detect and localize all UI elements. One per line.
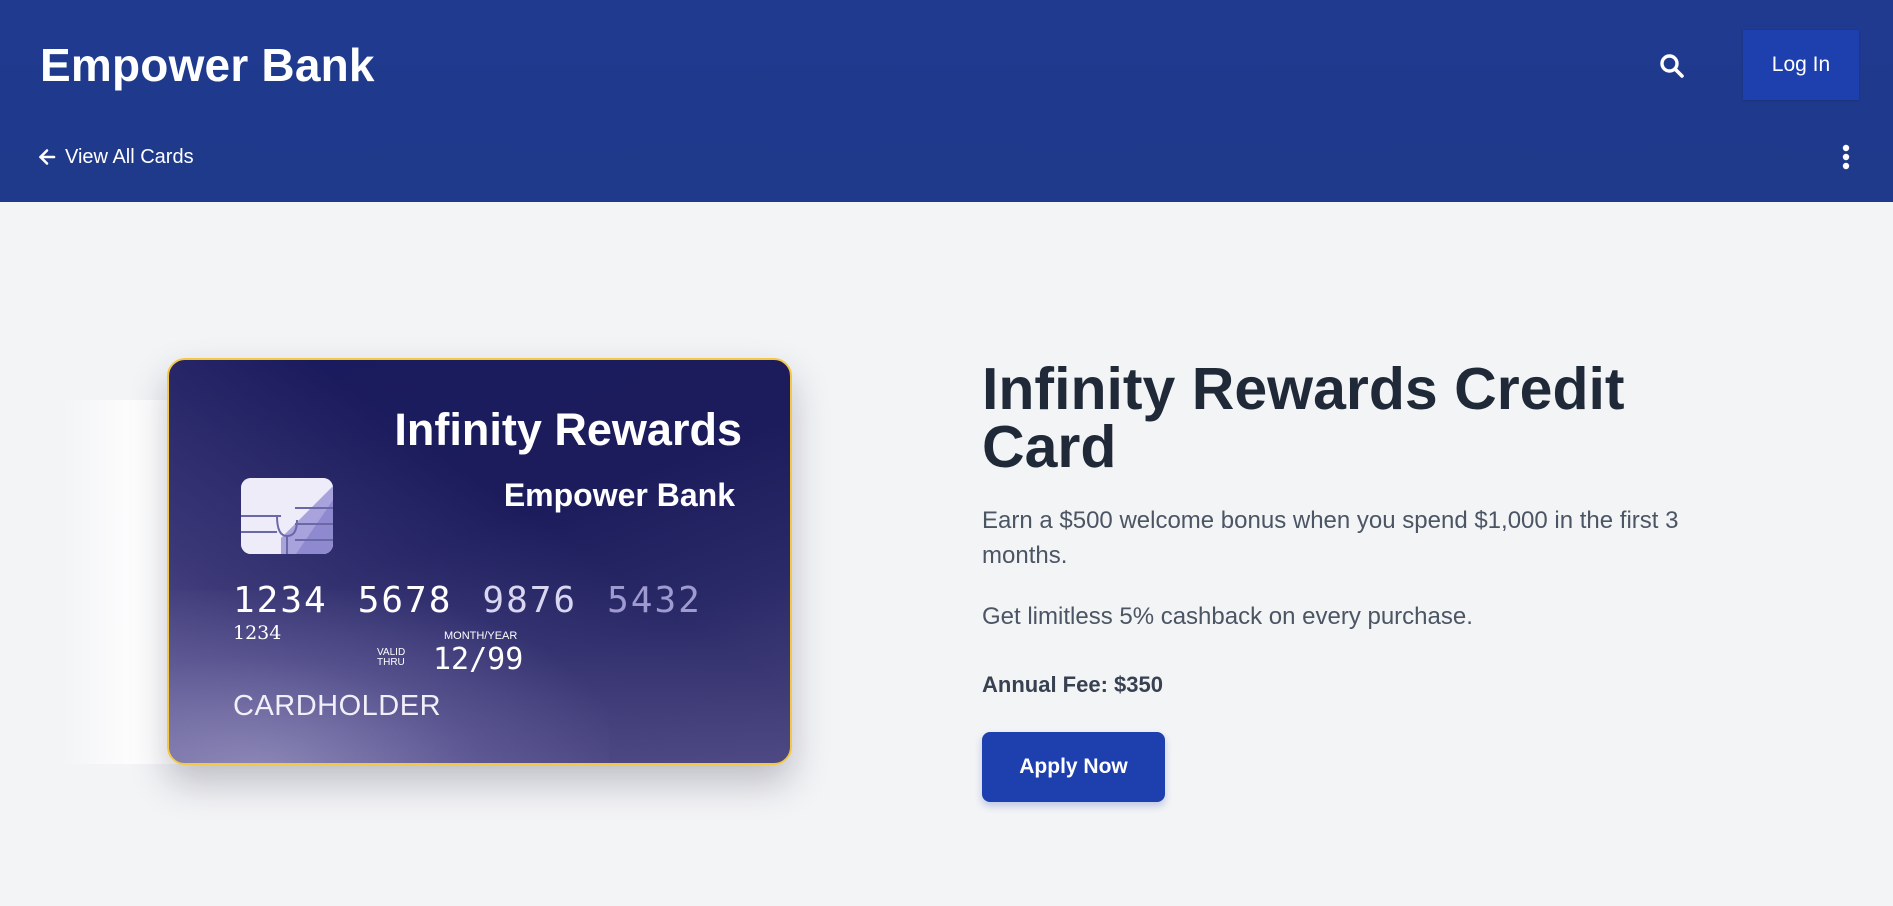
cashback-text: Get limitless 5% cashback on every purch… [982,603,1473,630]
search-icon [1660,54,1684,78]
valid-thru-label: VALID THRU [377,647,406,668]
welcome-bonus-text: Earn a $500 welcome bonus when you spend… [982,507,1679,569]
annual-fee: Annual Fee: $350 [982,672,1163,697]
top-header: Empower Bank Log In View All Cards [0,0,1893,202]
card-product-name: Infinity Rewards [394,404,742,455]
search-button[interactable] [1650,46,1694,86]
more-options-button[interactable] [1834,142,1858,172]
chip-icon [241,478,333,554]
month-year-label: MONTH/YEAR [444,630,518,642]
apply-now-button[interactable]: Apply Now [982,732,1165,802]
cardholder-name: CARDHOLDER [233,690,442,722]
card-number-group: 5432 [607,580,702,621]
card-bank-name: Empower Bank [503,477,735,513]
more-vertical-icon [1842,144,1850,170]
view-all-cards-link[interactable]: View All Cards [38,144,194,170]
view-all-cards-label: View All Cards [65,145,194,168]
arrow-left-icon [39,149,56,165]
credit-card-image: Infinity Rewards Empower Bank 1234 5678 … [167,358,792,765]
card-number-group: 1234 [233,580,328,621]
login-button[interactable]: Log In [1743,30,1859,100]
card-expiry: 12/99 [433,642,524,677]
brand-logo[interactable]: Empower Bank [40,38,375,92]
card-small-number: 1234 [233,622,282,644]
card-number-group: 9876 [482,580,578,621]
page-title: Infinity Rewards Credit Card [982,356,1625,480]
card-number: 1234 5678 9876 5432 [233,580,702,621]
card-number-group: 5678 [357,580,453,621]
